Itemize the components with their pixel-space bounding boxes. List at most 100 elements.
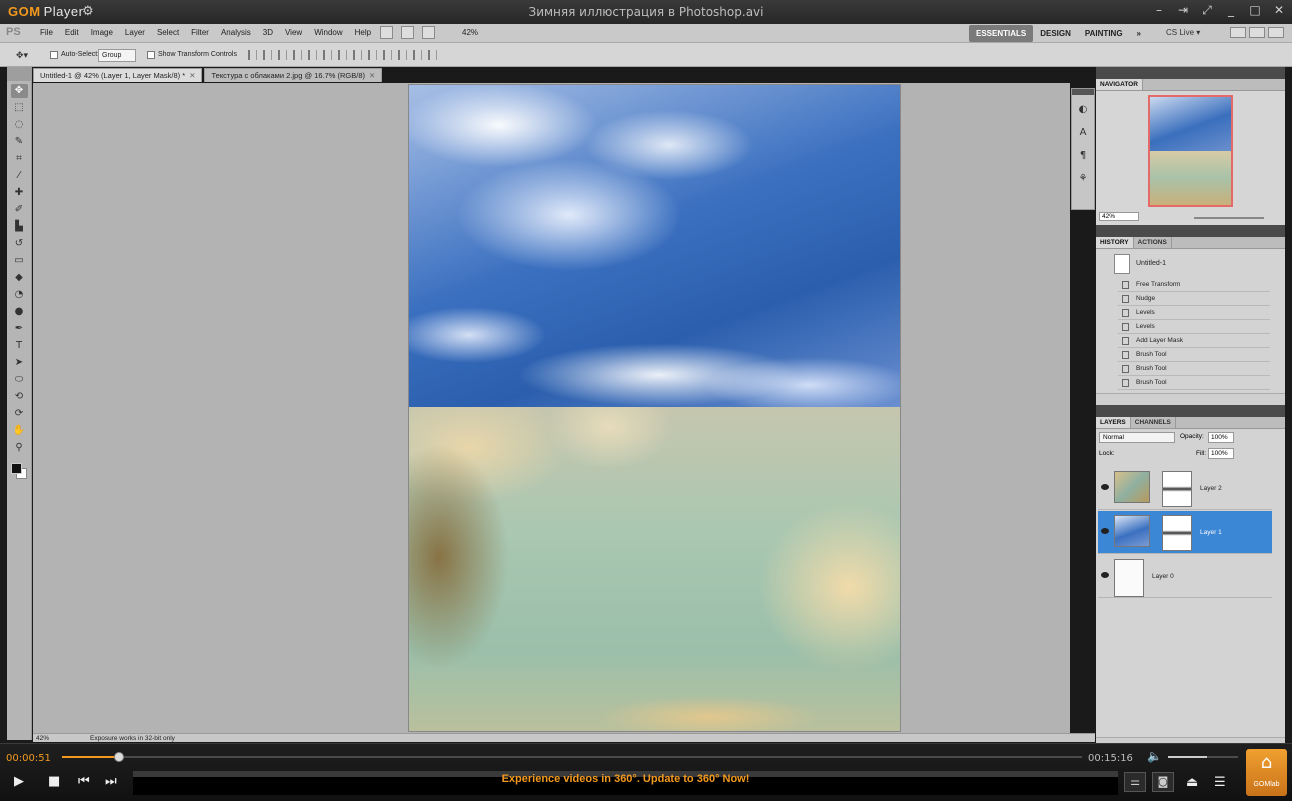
tab-untitled-1[interactable]: Untitled-1 @ 42% (Layer 1, Layer Mask/8)… [33, 68, 203, 82]
eyedropper-tool-icon[interactable]: ⁄ [11, 169, 28, 183]
navigator-thumbnail[interactable] [1148, 95, 1233, 207]
distribute-hcenter-icon[interactable] [398, 50, 407, 60]
tool-presets-icon[interactable]: ⚘ [1076, 173, 1090, 187]
menu-edit[interactable]: Edit [59, 28, 85, 37]
workspace-essentials[interactable]: ESSENTIALS [969, 25, 1034, 42]
paint-bucket-tool-icon[interactable]: ◆ [11, 271, 28, 285]
history-item[interactable]: Add Layer Mask [1118, 334, 1270, 348]
align-hcenter-icon[interactable] [308, 50, 317, 60]
menu-filter[interactable]: Filter [185, 28, 215, 37]
opacity-field[interactable]: 100% [1208, 432, 1234, 443]
eraser-tool-icon[interactable]: ▭ [11, 254, 28, 268]
distribute-top-icon[interactable] [338, 50, 347, 60]
play-icon[interactable]: ▶ [14, 774, 24, 789]
tab-navigator[interactable]: NAVIGATOR [1096, 79, 1143, 90]
volume-icon[interactable]: 🔈 [1147, 749, 1162, 763]
fill-field[interactable]: 100% [1208, 448, 1234, 459]
crop-tool-icon[interactable]: ⌗ [11, 152, 28, 166]
visibility-eye-icon[interactable] [1101, 528, 1109, 534]
auto-select-dropdown[interactable]: Group [98, 49, 136, 62]
view-extras-icon[interactable] [422, 26, 435, 39]
tab-layers[interactable]: LAYERS [1096, 417, 1131, 428]
tab-actions[interactable]: ACTIONS [1134, 237, 1172, 248]
bridge-icon[interactable] [380, 26, 393, 39]
distribute-bottom-icon[interactable] [368, 50, 377, 60]
zoom-level[interactable]: 42% [462, 28, 478, 37]
workspace-more[interactable]: » [1130, 25, 1148, 42]
align-bottom-icon[interactable] [278, 50, 287, 60]
paragraph-icon[interactable]: ¶ [1076, 150, 1090, 164]
menu-select[interactable]: Select [151, 28, 185, 37]
status-zoom[interactable]: 42% [36, 735, 49, 742]
layer-mask-thumbnail[interactable] [1162, 471, 1192, 507]
marquee-tool-icon[interactable]: ⬚ [11, 101, 28, 115]
menu-3d[interactable]: 3D [257, 28, 279, 37]
menu-file[interactable]: File [34, 28, 59, 37]
character-icon[interactable]: A [1076, 127, 1090, 141]
adjustments-icon[interactable]: ◐ [1076, 104, 1090, 118]
history-item[interactable]: Nudge [1118, 292, 1270, 306]
close-tab-icon[interactable]: ✕ [189, 71, 195, 80]
layer-row-layer-2[interactable]: Layer 2 [1098, 467, 1272, 510]
menu-window[interactable]: Window [308, 28, 348, 37]
menu-help[interactable]: Help [349, 28, 377, 37]
seek-bar[interactable] [62, 752, 1082, 762]
align-left-icon[interactable] [293, 50, 302, 60]
history-brush-tool-icon[interactable]: ↺ [11, 237, 28, 251]
shape-tool-icon[interactable]: ⬭ [11, 373, 28, 387]
hand-tool-icon[interactable]: ✋ [11, 424, 28, 438]
pen-tool-icon[interactable]: ✒ [11, 322, 28, 336]
dodge-tool-icon[interactable]: ● [11, 305, 28, 319]
menu-view[interactable]: View [279, 28, 308, 37]
history-item[interactable]: Free Transform [1118, 278, 1270, 292]
visibility-eye-icon[interactable] [1101, 484, 1109, 490]
maximize-icon[interactable]: □ [1248, 3, 1262, 18]
3d-rotate-tool-icon[interactable]: ⟲ [11, 390, 28, 404]
previous-icon[interactable]: ⏮ [78, 774, 90, 789]
align-vcenter-icon[interactable] [263, 50, 272, 60]
auto-align-icon[interactable] [428, 50, 437, 60]
auto-select-checkbox[interactable] [50, 51, 58, 59]
eject-icon[interactable]: ⏏ [1186, 775, 1198, 790]
close-tab-icon[interactable]: ✕ [369, 71, 375, 80]
history-snapshot[interactable]: Untitled-1 [1100, 253, 1278, 275]
minimize-window-icon[interactable]: _ [1224, 3, 1238, 18]
menu-icon[interactable]: ☰ [1214, 775, 1226, 790]
equalizer-icon[interactable]: ⚌ [1124, 772, 1146, 792]
show-transform-checkbox[interactable] [147, 51, 155, 59]
navigator-panel-header[interactable] [1096, 67, 1285, 79]
fullscreen-icon[interactable]: ⤢ [1200, 3, 1214, 18]
canvas-area[interactable] [33, 83, 1070, 733]
compact-icon[interactable]: ⇥ [1176, 3, 1190, 18]
layer-row-layer-1[interactable]: Layer 1 [1098, 511, 1272, 554]
3d-orbit-tool-icon[interactable]: ⟳ [11, 407, 28, 421]
gomlab-button[interactable]: ⌂ GOMlab [1246, 749, 1287, 796]
distribute-left-icon[interactable] [383, 50, 392, 60]
type-tool-icon[interactable]: T [11, 339, 28, 353]
history-item[interactable]: Levels [1118, 320, 1270, 334]
workspace-design[interactable]: DESIGN [1033, 25, 1078, 42]
layer-row-layer-0[interactable]: Layer 0 [1098, 555, 1272, 598]
visibility-eye-icon[interactable] [1101, 572, 1109, 578]
navigator-zoom-slider[interactable] [1194, 217, 1264, 219]
tab-texture[interactable]: Текстура с облаками 2.jpg @ 16.7% (RGB/8… [204, 68, 383, 82]
path-select-tool-icon[interactable]: ➤ [11, 356, 28, 370]
promo-banner[interactable]: Experience videos in 360°. Update to 360… [133, 771, 1118, 795]
minimize-icon[interactable]: – [1152, 3, 1166, 18]
move-tool-icon[interactable]: ✥ [10, 84, 28, 98]
close-icon[interactable]: ✕ [1272, 3, 1286, 18]
seek-handle[interactable] [114, 752, 125, 762]
lasso-tool-icon[interactable]: ◌ [11, 118, 28, 132]
history-item[interactable]: Brush Tool [1118, 348, 1270, 362]
move-tool-icon[interactable]: ✥▾ [16, 50, 28, 61]
workspace-painting[interactable]: PAINTING [1078, 25, 1130, 42]
layers-panel-header[interactable] [1096, 405, 1285, 417]
layer-mask-thumbnail[interactable] [1162, 515, 1192, 551]
blend-mode-select[interactable]: Normal [1099, 432, 1175, 443]
history-item[interactable]: Brush Tool [1118, 362, 1270, 376]
brush-tool-icon[interactable]: ✐ [11, 203, 28, 217]
history-item[interactable]: Brush Tool [1118, 376, 1270, 390]
tools-panel-header[interactable] [7, 67, 31, 81]
clone-stamp-tool-icon[interactable]: ▙ [11, 220, 28, 234]
next-icon[interactable]: ⏭ [105, 774, 117, 789]
